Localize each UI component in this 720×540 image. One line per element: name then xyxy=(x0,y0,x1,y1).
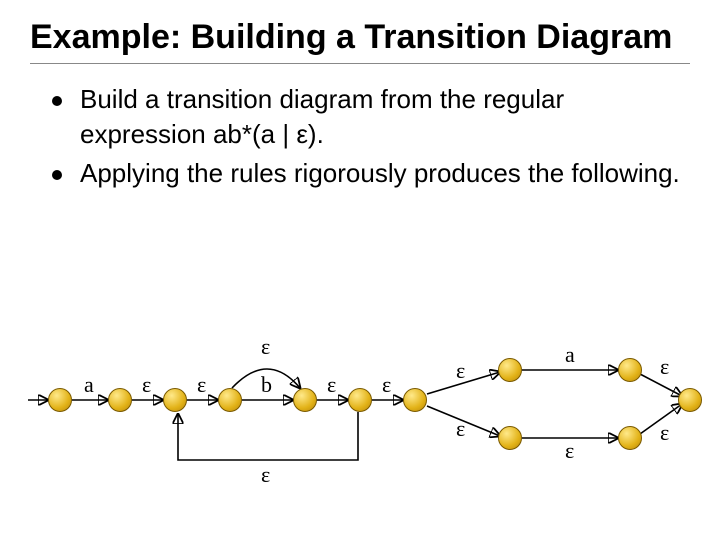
edge-label-eps: ε xyxy=(327,372,336,398)
edge-label-eps: ε xyxy=(456,358,465,384)
edge-label-a: a xyxy=(565,342,575,368)
transition-diagram: a ε ε b ε ε ε ε ε ε a ε ε ε xyxy=(0,310,720,510)
state-node xyxy=(498,358,522,382)
slide-title: Example: Building a Transition Diagram xyxy=(30,18,690,57)
state-node xyxy=(163,388,187,412)
state-node xyxy=(348,388,372,412)
state-node xyxy=(403,388,427,412)
state-node xyxy=(293,388,317,412)
state-node xyxy=(678,388,702,412)
bullet-item: Applying the rules rigorously produces t… xyxy=(52,156,690,191)
edge-label-eps: ε xyxy=(565,438,574,464)
state-node xyxy=(218,388,242,412)
state-node xyxy=(108,388,132,412)
edge-label-a: a xyxy=(84,372,94,398)
edge-label-eps: ε xyxy=(382,372,391,398)
edge-label-eps: ε xyxy=(456,416,465,442)
edge-label-eps: ε xyxy=(660,354,669,380)
edge-label-eps: ε xyxy=(142,372,151,398)
edge-label-eps: ε xyxy=(261,462,270,488)
bullet-item: Build a transition diagram from the regu… xyxy=(52,82,690,152)
edge-label-eps: ε xyxy=(660,420,669,446)
edge-label-eps: ε xyxy=(261,334,270,360)
title-underline xyxy=(30,63,690,64)
state-node xyxy=(48,388,72,412)
bullet-list: Build a transition diagram from the regu… xyxy=(52,82,690,191)
edge-label-eps: ε xyxy=(197,372,206,398)
state-node xyxy=(618,426,642,450)
state-node xyxy=(498,426,522,450)
state-node xyxy=(618,358,642,382)
edge-label-b: b xyxy=(261,372,272,398)
